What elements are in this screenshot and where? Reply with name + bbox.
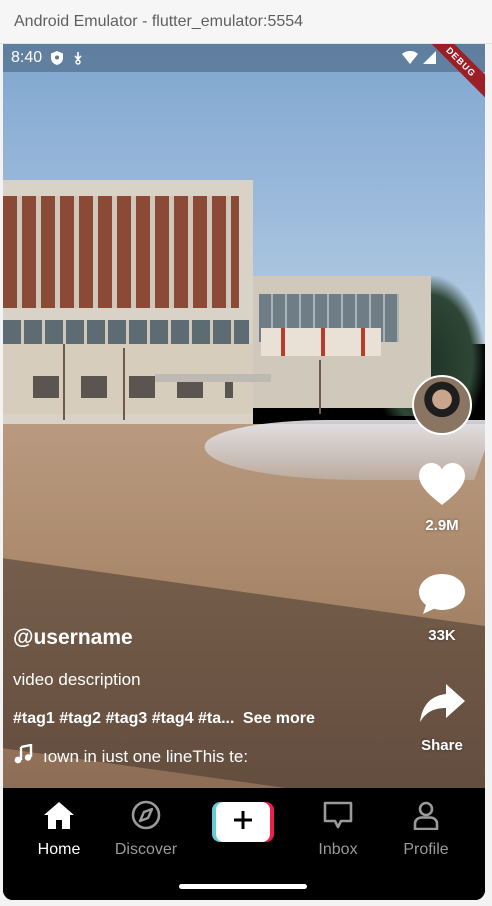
home-indicator[interactable] [179,884,307,889]
nav-profile[interactable]: Profile [381,800,471,859]
status-bar: 8:40 DEBUG [3,44,485,104]
download-icon [72,51,84,65]
create-button[interactable] [212,802,274,842]
creator-avatar[interactable] [412,375,472,435]
heart-icon [417,462,467,511]
nav-discover[interactable]: Discover [101,800,191,859]
see-more-link[interactable]: See more [243,710,315,727]
video-bare-tree [319,360,321,414]
window-title: Android Emulator - flutter_emulator:5554 [0,0,492,44]
message-icon [322,800,354,835]
video-building-signs [261,328,381,356]
wifi-icon [401,49,419,70]
post-description: video description [13,670,141,689]
video-bare-tree [63,344,65,420]
status-time: 8:40 [11,49,43,66]
nav-profile-label: Profile [403,841,449,858]
video-building-windows [3,196,239,308]
share-icon [417,682,467,731]
person-icon [411,800,441,835]
post-tags: #tag1 #tag2 #tag3 #tag4 #ta... See more [13,710,315,728]
nav-inbox-label: Inbox [318,841,358,858]
video-building-glass-band [3,320,249,344]
phone-screen[interactable]: 8:40 DEBUG 2.9M 33K Share @username vide… [3,44,485,900]
share-label: Share [421,737,463,754]
video-canopy [155,374,271,382]
nav-discover-label: Discover [114,841,178,858]
nav-inbox[interactable]: Inbox [293,800,383,859]
like-button[interactable]: 2.9M [409,462,475,534]
post-username[interactable]: @username [13,626,133,650]
emulator-window: Android Emulator - flutter_emulator:5554… [0,0,492,906]
music-note-icon [13,744,33,769]
plus-icon [232,809,254,836]
signal-icon [423,49,437,70]
home-icon [42,800,76,835]
bottom-nav: Home Discover Inbox Profile [3,788,485,900]
compass-icon [130,800,162,835]
shield-icon [50,50,64,66]
tag-list[interactable]: #tag1 #tag2 #tag3 #tag4 #ta... [13,710,234,727]
comment-icon [417,572,467,621]
comment-button[interactable]: 33K [409,572,475,644]
comment-count: 33K [428,627,456,644]
music-marquee[interactable]: ıown in iust one lineThis te: [13,744,279,769]
nav-home[interactable]: Home [14,800,104,859]
nav-home-label: Home [37,841,81,858]
create-layer-white [216,802,270,842]
music-title: ıown in iust one lineThis te: [43,746,249,766]
video-bare-tree [123,348,125,420]
like-count: 2.9M [425,517,459,534]
share-button[interactable]: Share [409,682,475,754]
